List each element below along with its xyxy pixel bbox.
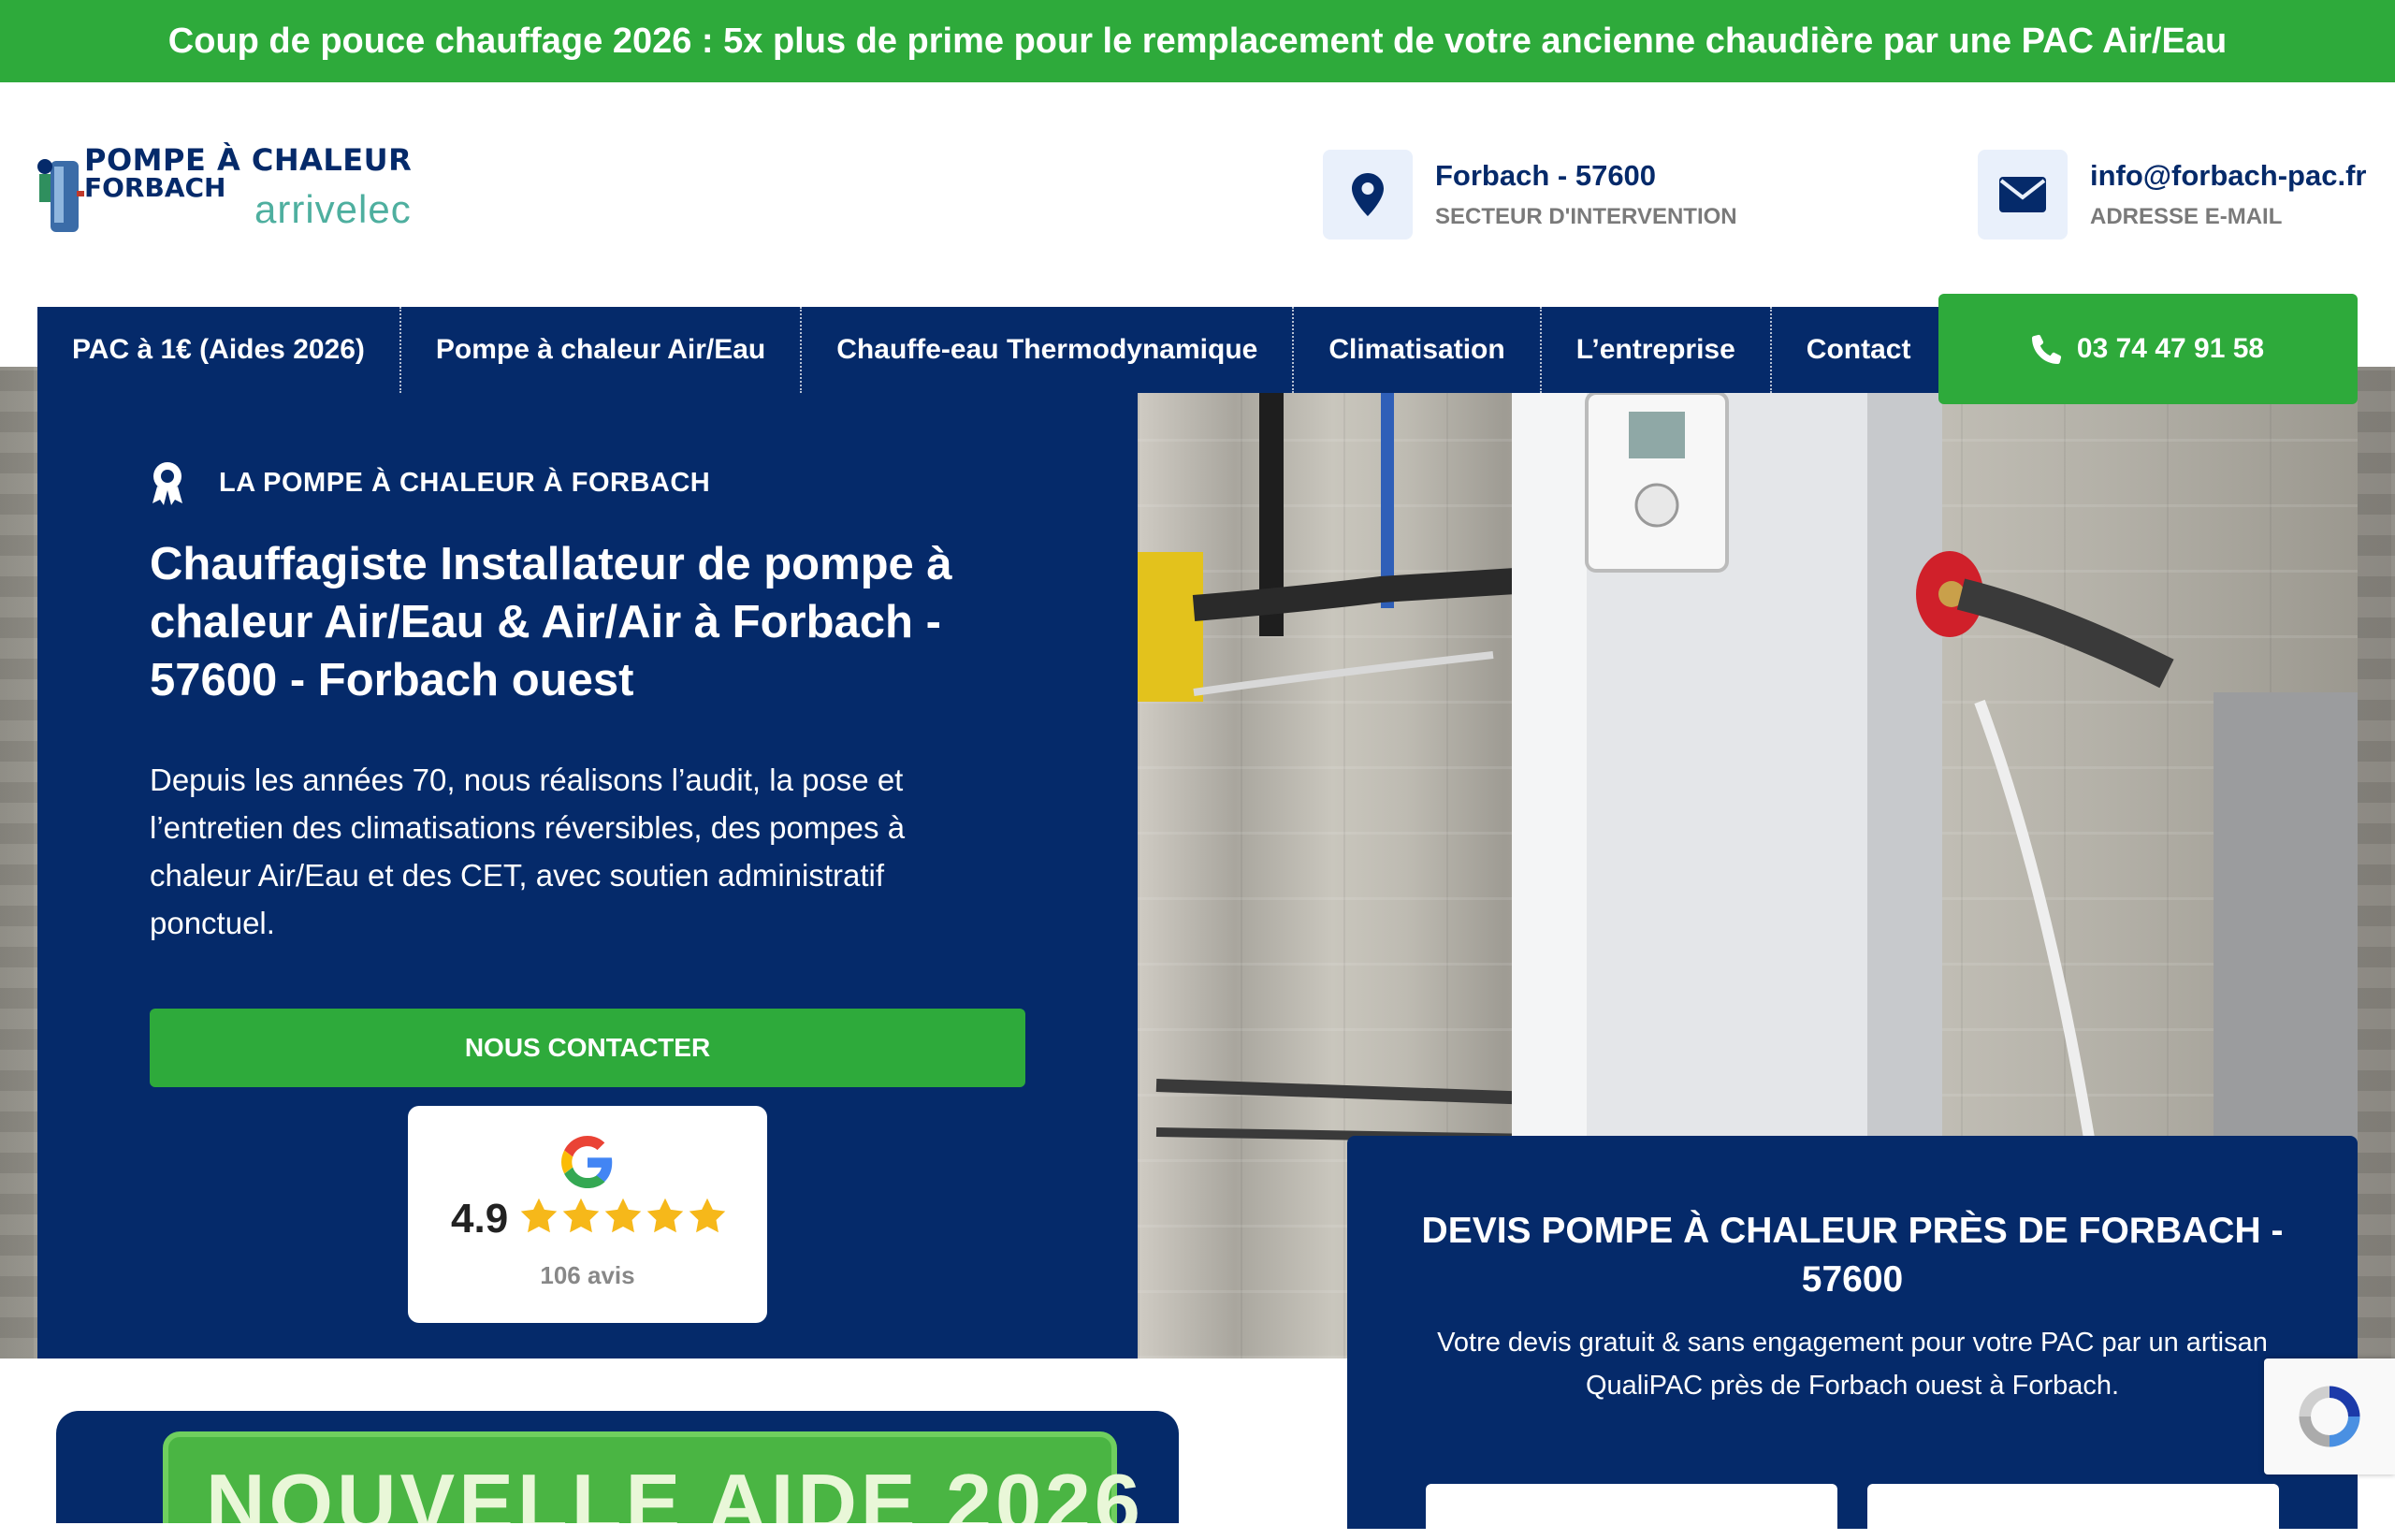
envelope-icon xyxy=(1978,150,2068,240)
nav-item-pac-1-euro[interactable]: PAC à 1€ (Aides 2026) xyxy=(37,307,401,393)
promo-banner-text: Coup de pouce chauffage 2026 : 5x plus d… xyxy=(167,21,2228,61)
aid-promo-text: NOUVELLE AIDE 2026 xyxy=(206,1457,1144,1523)
main-nav: PAC à 1€ (Aides 2026) Pompe à chaleur Ai… xyxy=(37,307,1938,393)
promo-banner[interactable]: Coup de pouce chauffage 2026 : 5x plus d… xyxy=(0,0,2395,82)
nav-item-pompe-air-eau[interactable]: Pompe à chaleur Air/Eau xyxy=(401,307,803,393)
hero-title: Chauffagiste Installateur de pompe à cha… xyxy=(150,539,952,705)
phone-number: 03 74 47 91 58 xyxy=(2076,333,2265,364)
rating-score: 4.9 xyxy=(451,1196,509,1242)
hero-kicker-text: LA POMPE À CHALEUR À FORBACH xyxy=(219,467,711,498)
phone-icon xyxy=(2031,334,2062,364)
quote-form-title: DEVIS POMPE À CHALEUR PRÈS DE FORBACH - … xyxy=(1421,1211,2284,1300)
aid-promo-card[interactable]: NOUVELLE AIDE 2026 xyxy=(56,1411,1179,1523)
hero-description: Depuis les années 70, nous réalisons l’a… xyxy=(150,763,906,940)
google-icon xyxy=(561,1136,613,1188)
award-icon xyxy=(152,462,182,505)
quote-form-field-2[interactable] xyxy=(1867,1484,2279,1540)
quote-form-field-1[interactable] xyxy=(1426,1484,1837,1540)
nav-item-chauffe-eau[interactable]: Chauffe-eau Thermodynamique xyxy=(802,307,1295,393)
hero-panel: LA POMPE À CHALEUR À FORBACH Chauffagist… xyxy=(37,393,1138,1358)
nav-item-climatisation[interactable]: Climatisation xyxy=(1294,307,1542,393)
location-text: Forbach - 57600 xyxy=(1435,159,1657,192)
google-rating-widget[interactable]: 4.9 106 avis xyxy=(408,1106,767,1323)
star-icon xyxy=(562,1198,600,1233)
star-icon xyxy=(689,1198,726,1233)
nav-item-entreprise[interactable]: L’entreprise xyxy=(1542,307,1772,393)
heat-pump-logo-icon xyxy=(37,159,84,232)
rating-count: 106 avis xyxy=(540,1261,635,1289)
map-pin-icon xyxy=(1323,150,1413,240)
rating-stars xyxy=(518,1196,728,1237)
aid-promo-banner: NOUVELLE AIDE 2026 xyxy=(163,1431,1140,1523)
logo-line-2: FORBACH xyxy=(84,172,226,203)
quote-form-subtitle: Votre devis gratuit & sans engagement po… xyxy=(1437,1328,2268,1401)
location-info: Forbach - 57600 SECTEUR D'INTERVENTION xyxy=(1323,150,1737,240)
star-icon xyxy=(604,1198,642,1233)
logo-brand: arrivelec xyxy=(254,187,412,231)
recaptcha-icon xyxy=(2299,1386,2360,1447)
email-info[interactable]: info@forbach-pac.fr ADRESSE E-MAIL xyxy=(1978,150,2366,240)
email-label: ADRESSE E-MAIL xyxy=(2090,204,2283,229)
contact-cta-button[interactable]: NOUS CONTACTER xyxy=(150,1009,1025,1087)
email-link[interactable]: info@forbach-pac.fr xyxy=(2090,159,2366,193)
nav-item-contact[interactable]: Contact xyxy=(1772,307,1946,393)
site-logo[interactable]: POMPE À CHALEUR FORBACH arrivelec xyxy=(36,142,428,236)
star-icon xyxy=(646,1198,684,1233)
star-icon xyxy=(520,1198,558,1233)
hero-kicker: LA POMPE À CHALEUR À FORBACH xyxy=(150,460,710,505)
recaptcha-badge[interactable] xyxy=(2264,1358,2395,1475)
quote-form-card: DEVIS POMPE À CHALEUR PRÈS DE FORBACH - … xyxy=(1347,1136,2358,1540)
location-label: SECTEUR D'INTERVENTION xyxy=(1435,204,1737,229)
phone-button[interactable]: 03 74 47 91 58 xyxy=(1938,294,2358,404)
